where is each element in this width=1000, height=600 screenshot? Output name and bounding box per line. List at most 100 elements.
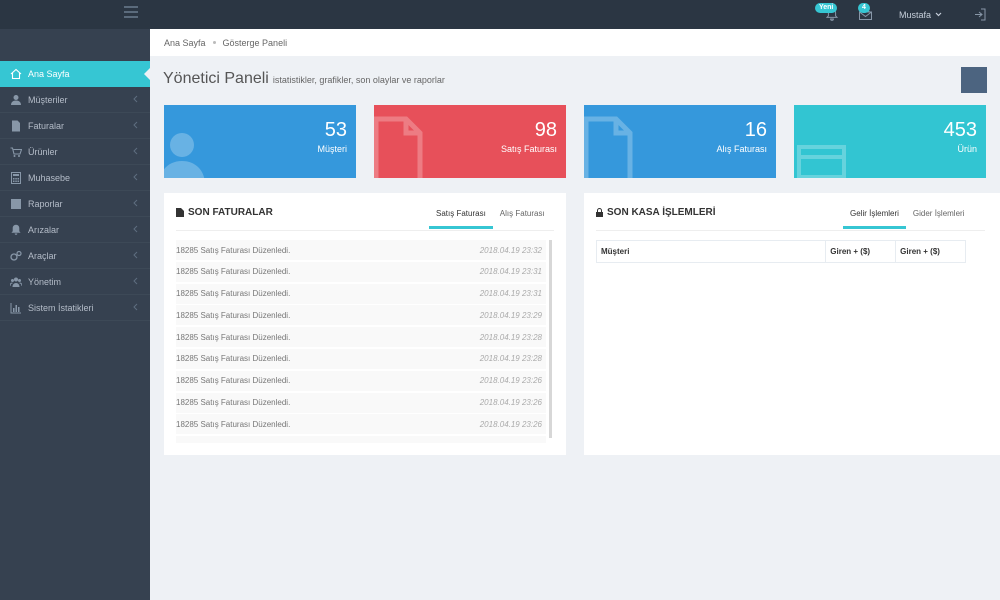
chevron-left-icon — [133, 147, 138, 155]
invoice-text: 18285 Satış Faturası Düzenledi. — [176, 398, 291, 408]
invoice-feed[interactable]: 18285 Satış Faturası Düzenledi. 2018.04.1… — [176, 240, 546, 443]
invoice-text: 18285 Satış Faturası Düzenledi. — [176, 267, 291, 277]
stat-value: 98 — [534, 119, 557, 141]
cash-table: Müşteri Giren + ($) Giren + ($) — [595, 240, 966, 263]
invoice-time: 2018.04.19 23:26 — [479, 398, 542, 408]
invoice-text: 18285 Satış Faturası Düzenledi. — [176, 310, 291, 320]
list-item[interactable]: 18285 Satış Faturası Düzenledi. 2018.04.1… — [176, 305, 546, 326]
file-icon — [374, 116, 423, 178]
file-icon — [176, 208, 184, 217]
column-header-income[interactable]: Giren + ($) — [825, 240, 897, 263]
sidebar-item-label: Sistem İstatikleri — [28, 302, 94, 313]
users-icon — [10, 276, 22, 288]
sidebar-item-0[interactable]: Ana Sayfa — [0, 61, 151, 87]
breadcrumb-separator — [212, 41, 216, 44]
page-subtitle: istatistikler, grafikler, son olaylar ve… — [272, 75, 445, 85]
stat-label: Müşteri — [317, 144, 347, 154]
chevron-left-icon — [133, 225, 138, 233]
list-item[interactable]: 18285 Satış Faturası Düzenledi. 2018.04.1… — [176, 370, 546, 391]
invoice-time: 2018.04.19 23:32 — [479, 245, 542, 255]
notification-button[interactable]: Yeni — [814, 0, 847, 29]
gears-icon — [10, 250, 22, 262]
invoice-text: 18285 Satış Faturası Düzenledi. — [176, 442, 290, 443]
recent-cash-panel: SON KASA İŞLEMLERİ Gelir İşlemleri Gider… — [584, 193, 1000, 455]
stat-card-3[interactable]: 453 Ürün — [794, 105, 986, 178]
list-item[interactable]: 18285 Satış Faturası Düzenledi. 2018.04.1… — [176, 436, 546, 443]
tab-purchase-invoice[interactable]: Alış Faturası — [493, 206, 552, 229]
sidebar-item-5[interactable]: Raporlar — [0, 191, 150, 217]
invoice-time: 2018.04.19 23:29 — [479, 310, 542, 320]
sidebar-item-7[interactable]: Araçlar — [0, 243, 150, 269]
sidebar-item-label: Ürünler — [28, 146, 58, 157]
chevron-left-icon — [133, 199, 138, 207]
panel-title: SON KASA İŞLEMLERİ — [607, 207, 716, 218]
report-icon — [10, 198, 22, 210]
chevron-left-icon — [133, 121, 138, 129]
chevron-down-icon — [935, 12, 942, 17]
feed-scrollbar[interactable] — [549, 240, 552, 438]
stat-card-1[interactable]: 98 Satış Faturası — [374, 105, 566, 178]
sidebar-item-9[interactable]: Sistem İstatikleri — [0, 295, 150, 321]
sidebar-item-2[interactable]: Faturalar — [0, 113, 150, 139]
sidebar-item-6[interactable]: Arızalar — [0, 217, 150, 243]
menu-toggle-icon[interactable] — [124, 6, 138, 18]
recent-invoices-panel: SON FATURALAR Satış Faturası Alış Fatura… — [164, 193, 566, 455]
chevron-left-icon — [133, 173, 138, 181]
sidebar-item-label: Müşteriler — [28, 94, 68, 105]
breadcrumb-home-link[interactable]: Ana Sayfa — [164, 38, 206, 48]
mail-button[interactable]: 4 — [851, 0, 881, 29]
breadcrumb-current: Gösterge Paneli — [222, 37, 288, 48]
list-item[interactable]: 18285 Satış Faturası Düzenledi. 2018.04.1… — [176, 392, 546, 413]
logout-button[interactable] — [960, 0, 1000, 29]
tab-sales-invoice[interactable]: Satış Faturası — [429, 206, 493, 229]
sidebar-item-label: Araçlar — [28, 250, 57, 261]
home-icon — [10, 68, 22, 80]
stat-label: Ürün — [957, 144, 977, 154]
list-item[interactable]: 18285 Satış Faturası Düzenledi. 2018.04.1… — [176, 327, 546, 348]
list-item[interactable]: 18285 Satış Faturası Düzenledi. 2018.04.1… — [176, 348, 546, 369]
column-header-customer[interactable]: Müşteri — [595, 240, 827, 263]
invoice-text: 18285 Satış Faturası Düzenledi. — [176, 332, 291, 342]
column-header-income-2[interactable]: Giren + ($) — [895, 240, 966, 263]
cart-icon — [10, 146, 22, 158]
divider — [176, 230, 554, 231]
list-item[interactable]: 18285 Satış Faturası Düzenledi. 2018.04.1… — [176, 261, 546, 282]
sidebar-item-3[interactable]: Ürünler — [0, 139, 150, 165]
invoice-text: 18285 Satış Faturası Düzenledi. — [176, 419, 291, 429]
sidebar-item-4[interactable]: Muhasebe — [0, 165, 150, 191]
invoice-time: 2018.04.19 23:28 — [479, 354, 542, 364]
invoice-time: 2018.04.19 23:26 — [479, 376, 542, 386]
invoice-time: 2018.04.19 23:28 — [479, 332, 542, 342]
page-title-block: Yönetici Paneli istatistikler, grafikler… — [163, 70, 445, 88]
invoice-text: 18285 Satış Faturası Düzenledi. — [176, 376, 291, 386]
bar-chart-icon — [10, 302, 22, 314]
page-title: Yönetici Paneli — [163, 70, 269, 87]
tab-income-transactions[interactable]: Gelir İşlemleri — [843, 206, 906, 229]
tab-expense-transactions[interactable]: Gider İşlemleri — [906, 206, 972, 229]
sidebar-item-label: Raporlar — [28, 198, 63, 209]
mail-badge: 4 — [857, 3, 870, 13]
bell-icon — [10, 224, 22, 236]
sidebar-item-8[interactable]: Yönetim — [0, 269, 150, 295]
stat-card-2[interactable]: 16 Alış Faturası — [584, 105, 776, 178]
stat-card-0[interactable]: 53 Müşteri — [164, 105, 356, 178]
list-item[interactable]: 18285 Satış Faturası Düzenledi. 2018.04.1… — [176, 414, 546, 435]
user-menu[interactable]: Mustafa — [899, 10, 942, 20]
sidebar-item-label: Arızalar — [28, 224, 60, 235]
breadcrumb: Ana Sayfa Gösterge Paneli — [150, 29, 1000, 56]
invoice-time: 2018.04.19 23:26 — [479, 419, 542, 429]
sidebar-item-label: Faturalar — [28, 120, 65, 131]
sidebar-item-label: Yönetim — [28, 276, 62, 287]
list-item[interactable]: 18285 Satış Faturası Düzenledi. 2018.04.1… — [176, 240, 546, 260]
stat-label: Alış Faturası — [716, 144, 767, 154]
chevron-left-icon — [133, 95, 138, 103]
stat-value: 453 — [943, 119, 977, 141]
chevron-left-icon — [133, 303, 138, 311]
chevron-left-icon — [133, 277, 138, 285]
page-action-button[interactable] — [961, 67, 987, 93]
invoice-time: 2018.04.19 23:31 — [479, 267, 542, 277]
sidebar-item-label: Ana Sayfa — [28, 69, 70, 79]
sidebar-item-1[interactable]: Müşteriler — [0, 87, 150, 113]
list-item[interactable]: 18285 Satış Faturası Düzenledi. 2018.04.1… — [176, 283, 546, 304]
lock-icon — [596, 208, 603, 217]
